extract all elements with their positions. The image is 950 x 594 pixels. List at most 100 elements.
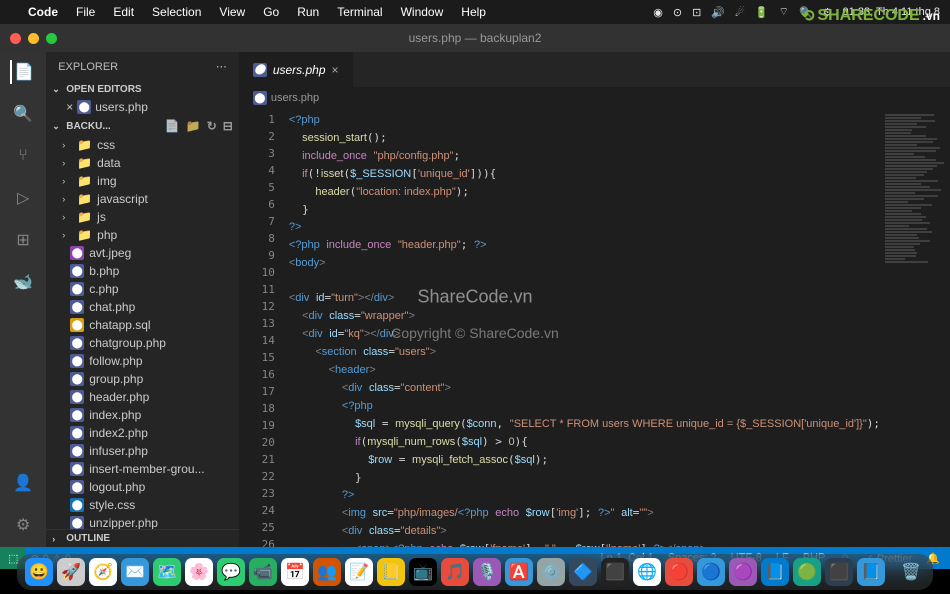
dock-app1[interactable]: 🔷 [569, 558, 597, 586]
dock-app4[interactable]: 🔵 [697, 558, 725, 586]
minimap[interactable] [880, 109, 950, 547]
collapse-icon[interactable]: ⊟ [223, 119, 233, 133]
dock-photos[interactable]: 🌸 [185, 558, 213, 586]
folder-php[interactable]: ›📁php [46, 226, 239, 244]
explorer-sidebar: EXPLORER ⋯ ⌄OPEN EDITORS ×⬤users.php ⌄BA… [46, 52, 239, 547]
settings-icon[interactable]: ⚙ [11, 513, 35, 537]
editor-group: ⬤ users.php × ⬤ users.php 12345678910111… [239, 52, 950, 547]
dock-settings[interactable]: ⚙️ [537, 558, 565, 586]
dock-app6[interactable]: 🟢 [793, 558, 821, 586]
dock-app3[interactable]: 🔴 [665, 558, 693, 586]
code-editor[interactable]: 1234567891011121314151617181920212223242… [239, 109, 950, 547]
file-logout-php[interactable]: ⬤logout.php [46, 478, 239, 496]
source-control-icon[interactable]: ⑂ [11, 144, 35, 168]
menu-file[interactable]: File [76, 5, 95, 19]
docker-icon[interactable]: 🐋 [11, 270, 35, 294]
menu-run[interactable]: Run [297, 5, 319, 19]
volume-icon[interactable]: 🔊 [711, 6, 725, 19]
open-editor-item[interactable]: ×⬤users.php [46, 98, 239, 116]
wifi-icon[interactable]: ⌔ [779, 5, 789, 19]
file-follow-php[interactable]: ⬤follow.php [46, 352, 239, 370]
dock-messages[interactable]: 💬 [217, 558, 245, 586]
tray-icon[interactable]: ⊡ [692, 6, 701, 19]
battery-icon[interactable]: 🔋 [755, 6, 769, 19]
minimize-window[interactable] [28, 33, 39, 44]
dock-chrome[interactable]: 🌐 [633, 558, 661, 586]
file-avt-jpeg[interactable]: ⬤avt.jpeg [46, 244, 239, 262]
dock-launchpad[interactable]: 🚀 [57, 558, 85, 586]
file-infuser-php[interactable]: ⬤infuser.php [46, 442, 239, 460]
folder-data[interactable]: ›📁data [46, 154, 239, 172]
file-style-css[interactable]: ⬤style.css [46, 496, 239, 514]
file-chatapp-sql[interactable]: ⬤chatapp.sql [46, 316, 239, 334]
file-index-php[interactable]: ⬤index.php [46, 406, 239, 424]
watermark-logo: ⟲SHARECODE.vn [801, 6, 940, 26]
outline-section[interactable]: ›OUTLINE [46, 529, 239, 547]
workspace-section[interactable]: ⌄BACKU... 📄 📁 ↻ ⊟ [46, 116, 239, 136]
account-icon[interactable]: 👤 [11, 471, 35, 495]
bluetooth-icon[interactable]: ☄ [735, 6, 745, 19]
new-file-icon[interactable]: 📄 [165, 119, 180, 133]
dock-facetime[interactable]: 📹 [249, 558, 277, 586]
dock-music[interactable]: 🎵 [441, 558, 469, 586]
more-icon[interactable]: ⋯ [216, 60, 227, 73]
folder-js[interactable]: ›📁js [46, 208, 239, 226]
menu-help[interactable]: Help [461, 5, 486, 19]
file-chat-php[interactable]: ⬤chat.php [46, 298, 239, 316]
dock-tv[interactable]: 📺 [409, 558, 437, 586]
maximize-window[interactable] [46, 33, 57, 44]
macos-dock: 😀 🚀 🧭 ✉️ 🗺️ 🌸 💬 📹 📅 👥 📝 📒 📺 🎵 🎙️ 🅰️ ⚙️ 🔷… [17, 554, 933, 590]
dock-finder[interactable]: 😀 [25, 558, 53, 586]
dock-vscode[interactable]: 📘 [761, 558, 789, 586]
dock-notes[interactable]: 📒 [377, 558, 405, 586]
app-name[interactable]: Code [28, 5, 58, 19]
file-header-php[interactable]: ⬤header.php [46, 388, 239, 406]
line-numbers: 1234567891011121314151617181920212223242… [239, 109, 289, 547]
file-insert-member-grou---[interactable]: ⬤insert-member-grou... [46, 460, 239, 478]
editor-tabs: ⬤ users.php × [239, 52, 950, 87]
search-icon[interactable]: 🔍 [11, 102, 35, 126]
new-folder-icon[interactable]: 📁 [186, 119, 201, 133]
file-index2-php[interactable]: ⬤index2.php [46, 424, 239, 442]
folder-css[interactable]: ›📁css [46, 136, 239, 154]
dock-app8[interactable]: 📘 [857, 558, 885, 586]
folder-img[interactable]: ›📁img [46, 172, 239, 190]
open-editors-section[interactable]: ⌄OPEN EDITORS [46, 81, 239, 98]
menu-window[interactable]: Window [401, 5, 444, 19]
code-content[interactable]: <?php session_start(); include_once "php… [289, 109, 880, 547]
dock-app7[interactable]: ⬛ [825, 558, 853, 586]
menu-go[interactable]: Go [263, 5, 279, 19]
dock-safari[interactable]: 🧭 [89, 558, 117, 586]
file-group-php[interactable]: ⬤group.php [46, 370, 239, 388]
explorer-icon[interactable]: 📄 [10, 60, 34, 84]
record-icon[interactable]: ⊙ [673, 6, 682, 19]
dock-app2[interactable]: ⬛ [601, 558, 629, 586]
menu-view[interactable]: View [219, 5, 245, 19]
menu-selection[interactable]: Selection [152, 5, 201, 19]
dock-contacts[interactable]: 👥 [313, 558, 341, 586]
file-chatgroup-php[interactable]: ⬤chatgroup.php [46, 334, 239, 352]
dock-appstore[interactable]: 🅰️ [505, 558, 533, 586]
dock-calendar[interactable]: 📅 [281, 558, 309, 586]
breadcrumb[interactable]: ⬤ users.php [239, 87, 950, 109]
refresh-icon[interactable]: ↻ [207, 119, 217, 133]
dock-reminders[interactable]: 📝 [345, 558, 373, 586]
menu-terminal[interactable]: Terminal [337, 5, 382, 19]
dock-mail[interactable]: ✉️ [121, 558, 149, 586]
dock-podcasts[interactable]: 🎙️ [473, 558, 501, 586]
file-unzipper-php[interactable]: ⬤unzipper.php [46, 514, 239, 529]
status-icon[interactable]: ◉ [653, 6, 663, 19]
file-b-php[interactable]: ⬤b.php [46, 262, 239, 280]
debug-icon[interactable]: ▷ [11, 186, 35, 210]
menu-edit[interactable]: Edit [113, 5, 134, 19]
dock-trash[interactable]: 🗑️ [897, 558, 925, 586]
dock-app5[interactable]: 🟣 [729, 558, 757, 586]
file-c-php[interactable]: ⬤c.php [46, 280, 239, 298]
close-window[interactable] [10, 33, 21, 44]
file-tree: ›📁css›📁data›📁img›📁javascript›📁js›📁php⬤av… [46, 136, 239, 529]
tab-users-php[interactable]: ⬤ users.php × [239, 52, 353, 87]
close-tab-icon[interactable]: × [332, 63, 339, 77]
folder-javascript[interactable]: ›📁javascript [46, 190, 239, 208]
dock-maps[interactable]: 🗺️ [153, 558, 181, 586]
extensions-icon[interactable]: ⊞ [11, 228, 35, 252]
